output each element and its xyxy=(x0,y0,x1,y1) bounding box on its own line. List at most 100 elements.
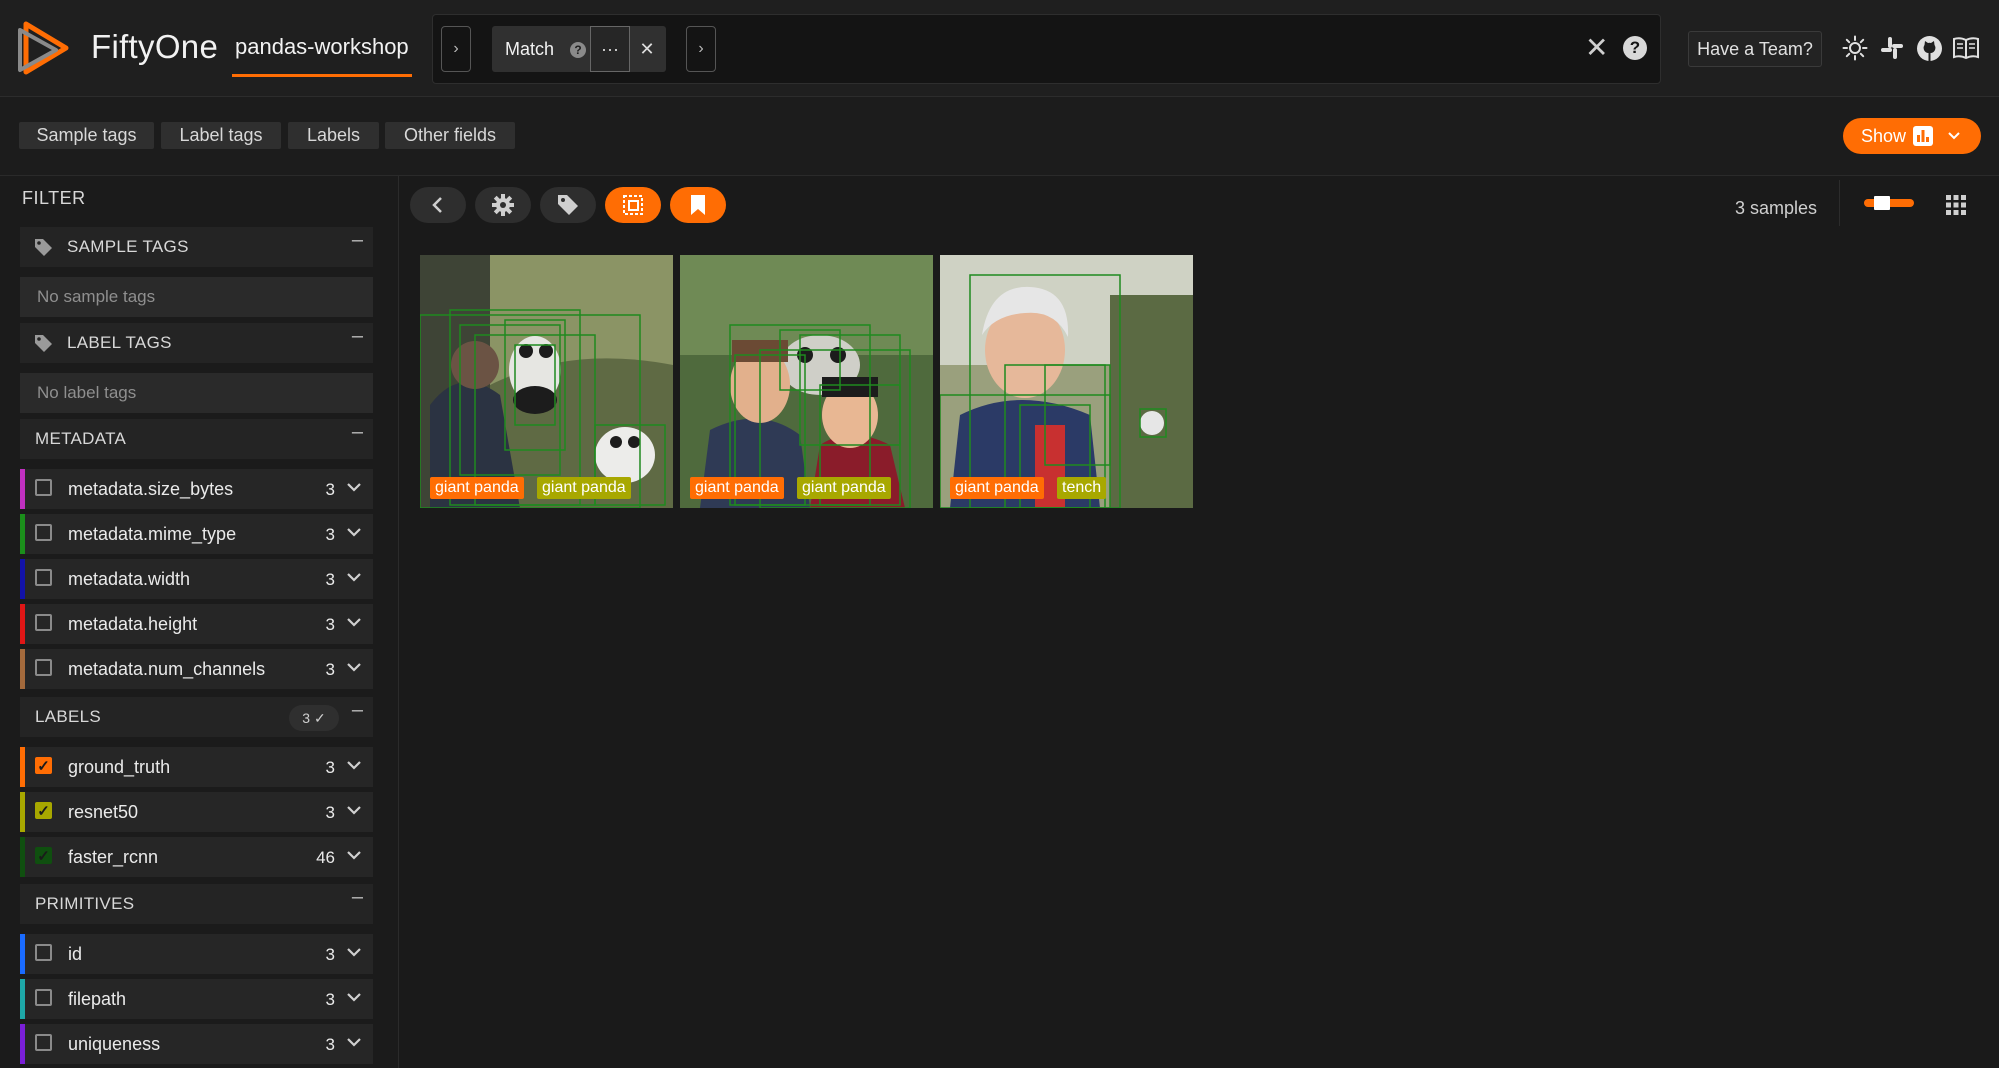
sun-icon[interactable] xyxy=(1841,34,1869,62)
chevron-down-icon[interactable] xyxy=(345,571,363,585)
field-row[interactable]: metadata.mime_type 3 xyxy=(20,514,373,554)
field-name: ground_truth xyxy=(68,757,171,777)
chevron-down-icon[interactable] xyxy=(345,661,363,675)
collapse-section-button[interactable]: – xyxy=(352,699,363,722)
stage-more-button[interactable]: ··· xyxy=(590,26,630,72)
field-checkbox[interactable] xyxy=(35,989,52,1006)
back-button[interactable] xyxy=(410,187,466,223)
field-count: 3 xyxy=(325,803,335,822)
field-row[interactable]: ✓ ground_truth 3 xyxy=(20,747,373,787)
tab-sample-tags[interactable]: Sample tags xyxy=(19,122,154,149)
chevron-down-icon[interactable] xyxy=(345,946,363,960)
field-checkbox[interactable] xyxy=(35,944,52,961)
tag-button[interactable] xyxy=(540,187,596,223)
collapse-section-button[interactable]: – xyxy=(352,325,363,348)
show-button[interactable]: Show xyxy=(1843,118,1981,154)
field-checkbox[interactable]: ✓ xyxy=(35,802,52,820)
field-color-bar xyxy=(20,747,25,787)
dataset-selector[interactable]: pandas-workshop xyxy=(235,34,409,60)
field-row[interactable]: ✓ resnet50 3 xyxy=(20,792,373,832)
section-labels[interactable]: LABELS 3 ✓ – xyxy=(20,697,373,737)
patches-button[interactable] xyxy=(605,187,661,223)
section-metadata[interactable]: METADATA – xyxy=(20,419,373,459)
grid-icon[interactable] xyxy=(1946,195,1966,215)
field-checkbox[interactable] xyxy=(35,614,52,631)
collapse-section-button[interactable]: – xyxy=(352,421,363,444)
section-title: SAMPLE TAGS xyxy=(67,237,189,256)
field-checkbox[interactable] xyxy=(35,569,52,586)
collapse-section-button[interactable]: – xyxy=(352,229,363,252)
section-title: PRIMITIVES xyxy=(35,894,135,913)
field-row[interactable]: ✓ faster_rcnn 46 xyxy=(20,837,373,877)
tab-labels[interactable]: Labels xyxy=(288,122,379,149)
field-row[interactable]: metadata.height 3 xyxy=(20,604,373,644)
sample-card[interactable]: giant panda giant panda xyxy=(680,255,933,508)
settings-button[interactable] xyxy=(475,187,531,223)
slack-icon[interactable] xyxy=(1878,34,1906,62)
tag-icon xyxy=(35,335,52,352)
labels-select-all-badge[interactable]: 3 ✓ xyxy=(289,705,339,731)
field-count: 3 xyxy=(325,1035,335,1054)
chevron-down-icon[interactable] xyxy=(345,481,363,495)
chevron-down-icon[interactable] xyxy=(345,759,363,773)
label-tag: tench xyxy=(1057,477,1107,499)
github-icon[interactable] xyxy=(1915,34,1943,62)
section-primitives[interactable]: PRIMITIVES – xyxy=(20,884,373,924)
filter-sidebar: FILTER SAMPLE TAGS – No sample tags LABE… xyxy=(0,176,399,1068)
bar-chart-icon xyxy=(1913,126,1933,146)
field-name: uniqueness xyxy=(68,1034,161,1054)
sample-card[interactable]: giant panda giant panda xyxy=(420,255,673,508)
stage-remove-button[interactable]: ✕ xyxy=(629,26,665,72)
settings-icon xyxy=(492,194,514,216)
sample-image xyxy=(940,255,1193,508)
field-name: filepath xyxy=(68,989,127,1009)
field-checkbox[interactable]: ✓ xyxy=(35,757,52,775)
chevron-down-icon[interactable] xyxy=(345,849,363,863)
field-row[interactable]: metadata.width 3 xyxy=(20,559,373,599)
field-row[interactable]: metadata.num_channels 3 xyxy=(20,649,373,689)
view-bar[interactable]: › Match ? ··· ✕ › ✕ ? xyxy=(432,14,1661,84)
chevron-down-icon xyxy=(1948,132,1960,140)
field-checkbox[interactable] xyxy=(35,524,52,541)
field-name: metadata.size_bytes xyxy=(68,479,234,499)
grid-zoom-slider[interactable] xyxy=(1864,196,1914,210)
field-count: 3 xyxy=(325,615,335,634)
chevron-down-icon[interactable] xyxy=(345,1036,363,1050)
chevron-down-icon[interactable] xyxy=(345,616,363,630)
section-label-tags[interactable]: LABEL TAGS – xyxy=(20,323,373,363)
field-checkbox[interactable] xyxy=(35,479,52,496)
fiftyone-logo-icon[interactable] xyxy=(18,20,72,76)
collapse-section-button[interactable]: – xyxy=(352,886,363,909)
tab-other-fields[interactable]: Other fields xyxy=(385,122,515,149)
docs-book-icon[interactable] xyxy=(1952,34,1980,62)
chevron-down-icon[interactable] xyxy=(345,991,363,1005)
save-view-button[interactable] xyxy=(670,187,726,223)
clear-view-button[interactable]: ✕ xyxy=(1585,31,1608,64)
view-stage-match[interactable]: Match ? ··· ✕ xyxy=(492,26,666,72)
field-color-bar xyxy=(20,559,25,599)
add-stage-button[interactable]: › xyxy=(686,26,716,72)
field-row[interactable]: metadata.size_bytes 3 xyxy=(20,469,373,509)
field-count: 3 xyxy=(325,945,335,964)
chevron-down-icon[interactable] xyxy=(345,526,363,540)
have-a-team-button[interactable]: Have a Team? xyxy=(1688,31,1822,67)
section-sample-tags[interactable]: SAMPLE TAGS – xyxy=(20,227,373,267)
field-row[interactable]: id 3 xyxy=(20,934,373,974)
view-help-icon[interactable]: ? xyxy=(1623,36,1647,60)
field-checkbox[interactable] xyxy=(35,1034,52,1051)
stage-help-icon[interactable]: ? xyxy=(570,42,586,58)
tab-label-tags[interactable]: Label tags xyxy=(161,122,281,149)
field-checkbox[interactable] xyxy=(35,659,52,676)
chevron-down-icon[interactable] xyxy=(345,804,363,818)
field-row[interactable]: filepath 3 xyxy=(20,979,373,1019)
field-name: metadata.height xyxy=(68,614,198,634)
sample-card[interactable]: giant panda tench xyxy=(940,255,1193,508)
field-row[interactable]: uniqueness 3 xyxy=(20,1024,373,1064)
field-checkbox[interactable]: ✓ xyxy=(35,847,52,865)
label-tag: giant panda xyxy=(797,477,891,499)
samples-grid-panel: 3 samples giant panda giant panda giant … xyxy=(399,176,1999,1068)
field-color-bar xyxy=(20,792,25,832)
field-count: 3 xyxy=(325,758,335,777)
empty-message: No sample tags xyxy=(37,287,156,306)
view-bar-expand-button[interactable]: › xyxy=(441,26,471,72)
